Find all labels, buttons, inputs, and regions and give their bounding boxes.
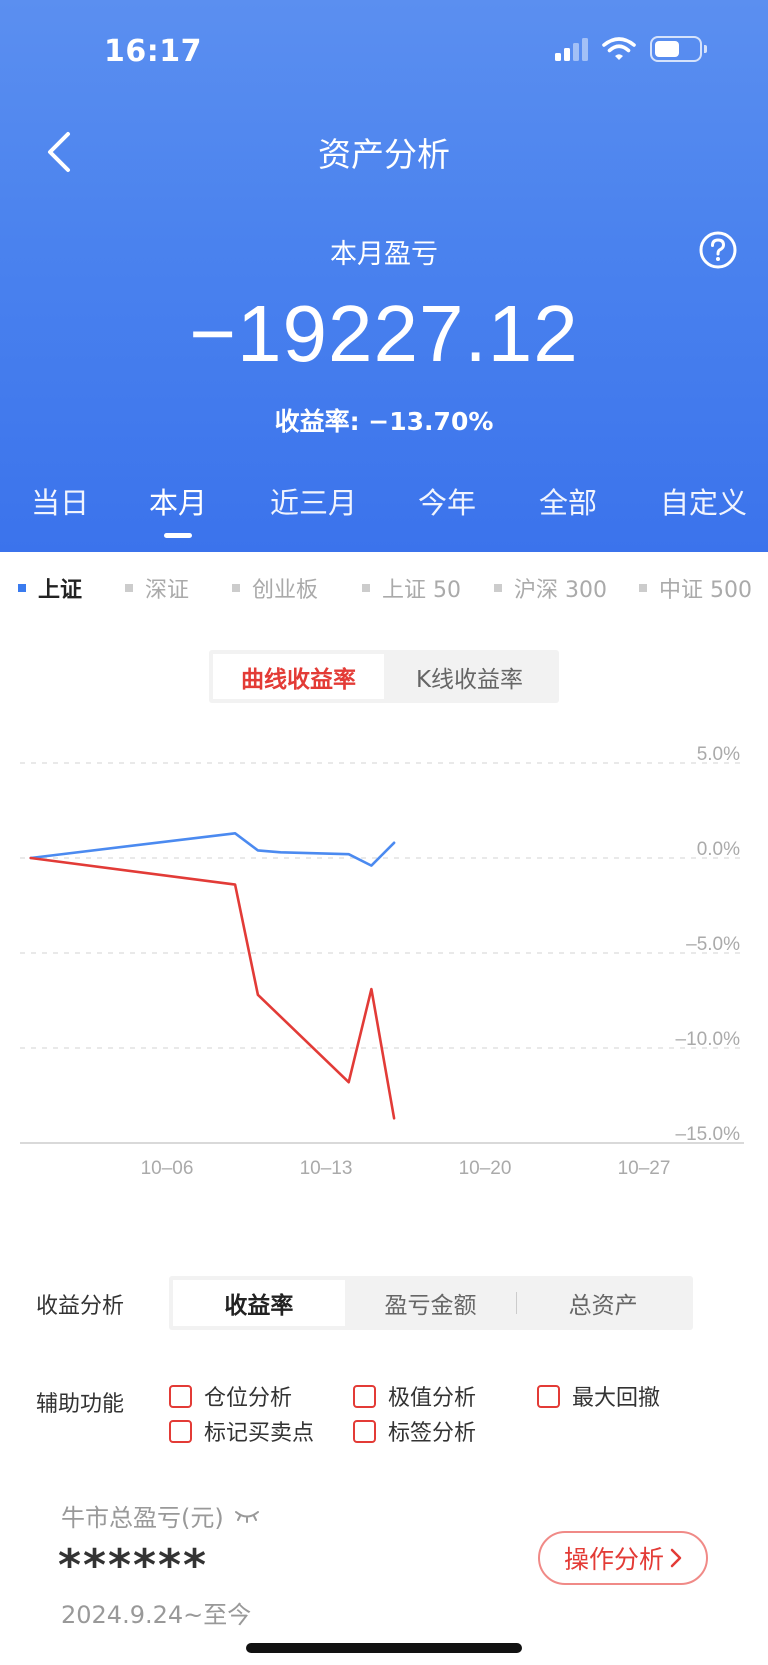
index-sse50[interactable]: 上证 50 <box>362 572 461 604</box>
index-label: 创业板 <box>252 578 319 603</box>
help-icon[interactable] <box>698 230 738 270</box>
index-label: 上证 <box>38 578 83 603</box>
chart-type-switch: 曲线收益率 K线收益率 <box>209 650 559 703</box>
tab-this-year[interactable]: 今年 <box>418 480 476 522</box>
analysis-selector: 收益率 盈亏金额 总资产 <box>169 1276 693 1330</box>
home-indicator <box>246 1643 522 1653</box>
cellular-signal-icon <box>555 37 588 61</box>
checkbox-trade-points[interactable]: 标记买卖点 <box>169 1415 314 1447</box>
index-chinext[interactable]: 创业板 <box>232 572 318 604</box>
checkbox-position-analysis[interactable]: 仓位分析 <box>169 1380 292 1412</box>
index-dot <box>232 584 240 592</box>
option-return-rate[interactable]: 收益率 <box>173 1280 345 1326</box>
summary-label: 本月盈亏 <box>330 239 438 270</box>
tab-three-months[interactable]: 近三月 <box>270 480 357 522</box>
checkbox-icon <box>353 1384 376 1408</box>
x-tick-label: 10–27 <box>618 1158 671 1179</box>
status-time: 16:17 <box>104 34 202 69</box>
index-dot <box>362 584 370 592</box>
analysis-label: 收益分析 <box>36 1294 125 1319</box>
index-label: 深证 <box>145 578 190 603</box>
y-tick-label: 5.0% <box>697 744 740 765</box>
account-return-line <box>29 856 396 1120</box>
checkbox-icon <box>537 1384 560 1408</box>
x-tick-label: 10–06 <box>141 1158 194 1179</box>
aux-label: 辅助功能 <box>36 1392 125 1417</box>
index-label: 上证 50 <box>382 578 461 603</box>
index-return-line <box>29 832 396 867</box>
status-icons <box>555 36 707 62</box>
page-title: 资产分析 <box>318 135 450 174</box>
bull-market-title: 牛市总盈亏(元) <box>61 1498 260 1533</box>
index-szse[interactable]: 深证 <box>125 572 189 604</box>
y-tick-label: –10.0% <box>676 1029 741 1050</box>
checkbox-tag-analysis[interactable]: 标签分析 <box>353 1415 476 1447</box>
kline-return-option[interactable]: K线收益率 <box>384 654 555 699</box>
option-total-assets[interactable]: 总资产 <box>517 1280 689 1326</box>
wifi-icon <box>602 37 636 60</box>
tab-today[interactable]: 当日 <box>31 480 89 522</box>
return-rate: 收益率: −13.70% <box>274 407 494 436</box>
checkbox-label: 最大回撤 <box>572 1386 661 1411</box>
checkbox-icon <box>353 1419 376 1443</box>
index-csi300[interactable]: 沪深 300 <box>494 572 607 604</box>
bull-date-range: 2024.9.24~至今 <box>61 1601 252 1629</box>
checkbox-icon <box>169 1419 192 1443</box>
index-label: 沪深 300 <box>514 578 607 603</box>
checkbox-extreme-analysis[interactable]: 极值分析 <box>353 1380 476 1412</box>
checkbox-max-drawdown[interactable]: 最大回撤 <box>537 1380 660 1412</box>
chevron-right-icon <box>670 1548 682 1568</box>
curve-return-option[interactable]: 曲线收益率 <box>213 654 384 699</box>
index-sse[interactable]: 上证 <box>18 572 82 604</box>
index-dot <box>494 584 502 592</box>
period-tabs: 当日 本月 近三月 今年 全部 自定义 <box>0 480 768 540</box>
header: 16:17 资产分析 本月盈亏 −19227.12 收益率: −13.70% 当… <box>0 0 768 552</box>
index-csi500[interactable]: 中证 500 <box>639 572 752 604</box>
monthly-pnl-value: −19227.12 <box>189 289 579 378</box>
return-chart: 5.0% 0.0% –5.0% –10.0% –15.0% 10–06 10–13 10–20… <box>20 744 744 1179</box>
index-dot <box>18 584 26 592</box>
tab-this-month[interactable]: 本月 <box>149 480 207 522</box>
eye-closed-icon[interactable] <box>234 1508 260 1524</box>
index-dot <box>639 584 647 592</box>
operation-analysis-label: 操作分析 <box>563 1545 664 1574</box>
masked-bull-pnl: ****** <box>58 1540 209 1591</box>
bull-market-title-text: 牛市总盈亏(元) <box>61 1504 224 1532</box>
y-tick-label: –15.0% <box>676 1124 741 1145</box>
battery-icon <box>650 36 707 62</box>
index-filter-row: 上证 深证 创业板 上证 50 沪深 300 中证 500 <box>0 572 768 612</box>
y-tick-label: –5.0% <box>686 934 740 955</box>
index-label: 中证 500 <box>659 578 752 603</box>
y-tick-label: 0.0% <box>697 839 740 860</box>
x-tick-label: 10–20 <box>459 1158 512 1179</box>
checkbox-label: 仓位分析 <box>204 1386 293 1411</box>
tab-all[interactable]: 全部 <box>539 480 597 522</box>
active-tab-indicator <box>164 533 192 538</box>
checkbox-label: 标签分析 <box>388 1421 477 1446</box>
index-dot <box>125 584 133 592</box>
operation-analysis-button[interactable]: 操作分析 <box>538 1531 708 1585</box>
checkbox-icon <box>169 1384 192 1408</box>
x-tick-label: 10–13 <box>300 1158 353 1179</box>
checkbox-label: 标记买卖点 <box>204 1421 315 1446</box>
option-pnl-amount[interactable]: 盈亏金额 <box>345 1280 517 1326</box>
tab-custom[interactable]: 自定义 <box>660 480 747 522</box>
checkbox-label: 极值分析 <box>388 1386 477 1411</box>
